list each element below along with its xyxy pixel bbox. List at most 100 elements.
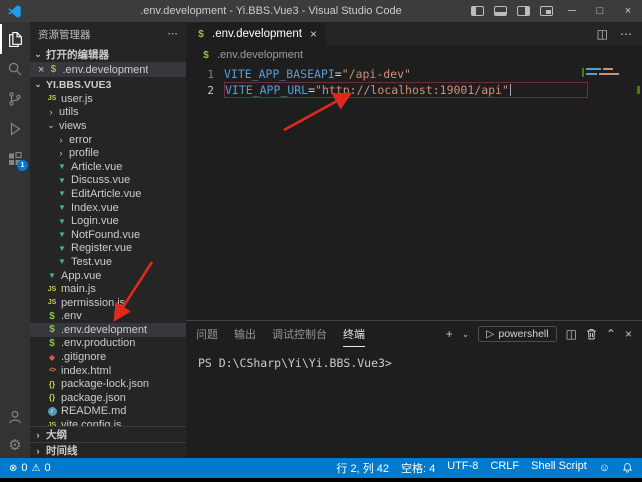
file-item-.env.production[interactable]: $.env.production — [30, 337, 186, 351]
chevron-right-icon: › — [46, 107, 56, 117]
file-item-index.html[interactable]: <>index.html — [30, 364, 186, 378]
file-label: Test.vue — [71, 256, 112, 268]
more-actions-icon[interactable]: ⋯ — [168, 28, 179, 40]
search-icon[interactable] — [0, 54, 30, 84]
status-item[interactable]: CRLF — [490, 460, 519, 476]
customize-layout-icon[interactable] — [540, 6, 553, 16]
file-item-main.js[interactable]: JSmain.js — [30, 282, 186, 296]
editor-more-actions-icon[interactable]: ⋯ — [620, 27, 632, 41]
warning-icon: ⚠ — [32, 463, 41, 474]
toggle-secondary-sidebar-icon[interactable] — [517, 6, 530, 16]
settings-gear-icon[interactable]: ⚙ — [0, 432, 30, 458]
vue-icon: ▼ — [56, 244, 68, 253]
vscode-window: .env.development - Yi.BBS.Vue3 - Visual … — [0, 0, 642, 482]
folder-item-error[interactable]: ›error — [30, 133, 186, 147]
folder-item-utils[interactable]: ›utils — [30, 106, 186, 120]
file-item-user.js[interactable]: JSuser.js — [30, 92, 186, 106]
file-item-NotFound.vue[interactable]: ▼NotFound.vue — [30, 228, 186, 242]
extensions-icon[interactable]: 1 — [0, 144, 30, 174]
file-label: main.js — [61, 283, 96, 295]
close-tab-icon[interactable]: × — [310, 27, 317, 41]
toggle-sidebar-icon[interactable] — [471, 6, 484, 16]
file-item-Login.vue[interactable]: ▼Login.vue — [30, 214, 186, 228]
status-item[interactable]: 空格: 4 — [401, 460, 435, 476]
folder-item-views[interactable]: ⌄views — [30, 119, 186, 133]
problems-status[interactable]: ⊗ 0 ⚠ 0 — [9, 462, 51, 474]
status-item[interactable]: Shell Script — [531, 460, 587, 476]
file-item-Index.vue[interactable]: ▼Index.vue — [30, 201, 186, 215]
timeline-label: 时间线 — [46, 443, 78, 458]
code-line-2[interactable]: 2VITE_APP_URL="http://localhost:19001/ap… — [186, 82, 642, 98]
code-line-1[interactable]: 1VITE_APP_BASEAPI="/api-dev" — [186, 66, 642, 82]
file-item-EditArticle.vue[interactable]: ▼EditArticle.vue — [30, 187, 186, 201]
open-editors-section[interactable]: ⌄ 打开的编辑器 — [30, 46, 186, 62]
new-terminal-button[interactable]: + — [446, 328, 453, 340]
chevron-right-icon: › — [33, 446, 43, 456]
minimize-button[interactable]: ─ — [558, 0, 586, 22]
folder-item-profile[interactable]: ›profile — [30, 146, 186, 160]
js-icon: JS — [46, 95, 58, 102]
breadcrumb-item[interactable]: .env.development — [217, 49, 303, 61]
explorer-icon[interactable] — [0, 24, 30, 54]
panel-tab-输出[interactable]: 输出 — [234, 321, 256, 347]
file-item-App.vue[interactable]: ▼App.vue — [30, 269, 186, 283]
breadcrumb[interactable]: $ .env.development — [186, 46, 642, 64]
source-control-icon[interactable] — [0, 84, 30, 114]
file-item-Discuss.vue[interactable]: ▼Discuss.vue — [30, 174, 186, 188]
activity-bar: 1 ⚙ — [0, 22, 30, 458]
status-item[interactable]: 行 2, 列 42 — [336, 460, 389, 476]
tab-env-development[interactable]: $ .env.development × — [186, 22, 326, 46]
minimap[interactable] — [586, 68, 630, 78]
file-label: views — [59, 120, 87, 132]
panel-tab-终端[interactable]: 终端 — [343, 321, 365, 347]
file-item-Article.vue[interactable]: ▼Article.vue — [30, 160, 186, 174]
vue-icon: ▼ — [46, 271, 58, 280]
outline-section[interactable]: › 大纲 — [30, 426, 186, 442]
file-item-Test.vue[interactable]: ▼Test.vue — [30, 255, 186, 269]
file-item-package-lock.json[interactable]: {}package-lock.json — [30, 377, 186, 391]
feedback-smiley-icon[interactable]: ☺ — [599, 462, 610, 474]
code-editor[interactable]: 1VITE_APP_BASEAPI="/api-dev"2VITE_APP_UR… — [186, 64, 642, 320]
play-icon: ▷ — [486, 328, 494, 340]
open-editor-item[interactable]: × $ .env.development — [30, 62, 186, 77]
error-count: 0 — [21, 462, 27, 474]
file-label: utils — [59, 106, 79, 118]
file-item-package.json[interactable]: {}package.json — [30, 391, 186, 405]
chevron-right-icon: › — [56, 148, 66, 158]
status-item[interactable]: UTF-8 — [447, 460, 478, 476]
file-item-README.md[interactable]: iREADME.md — [30, 405, 186, 419]
terminal-dropdown-icon[interactable]: ⌄ — [462, 330, 470, 339]
close-editor-icon[interactable]: × — [38, 64, 44, 76]
terminal[interactable]: PS D:\CSharp\Yi\Yi.BBS.Vue3> — [186, 347, 642, 458]
toggle-panel-icon[interactable] — [494, 6, 507, 16]
split-editor-icon[interactable]: ◫ — [597, 27, 608, 41]
close-panel-icon[interactable]: × — [625, 328, 632, 340]
window-title: .env.development - Yi.BBS.Vue3 - Visual … — [60, 5, 482, 17]
file-label: .gitignore — [61, 351, 106, 363]
file-item-permission.js[interactable]: JSpermission.js — [30, 296, 186, 310]
status-right-items: 行 2, 列 42 空格: 4 UTF-8 CRLF Shell Script — [336, 460, 586, 476]
file-label: README.md — [61, 405, 126, 417]
close-window-button[interactable]: × — [614, 0, 642, 22]
env-icon: $ — [47, 64, 59, 75]
file-item-.gitignore[interactable]: ◆.gitignore — [30, 350, 186, 364]
shell-selector[interactable]: ▷ powershell — [478, 326, 556, 342]
file-item-.env[interactable]: $.env — [30, 310, 186, 324]
panel-tab-问题[interactable]: 问题 — [196, 321, 218, 347]
file-item-Register.vue[interactable]: ▼Register.vue — [30, 242, 186, 256]
notifications-bell-icon[interactable] — [622, 462, 633, 474]
maximize-panel-icon[interactable]: ⌃ — [606, 328, 616, 340]
split-terminal-icon[interactable]: ◫ — [566, 328, 577, 340]
project-section[interactable]: ⌄ YI.BBS.VUE3 — [30, 77, 186, 92]
account-icon[interactable] — [0, 402, 30, 432]
maximize-button[interactable]: □ — [586, 0, 614, 22]
file-item-vite.config.js[interactable]: JSvite.config.js — [30, 418, 186, 426]
kill-terminal-icon[interactable] — [586, 328, 597, 340]
vue-icon: ▼ — [56, 189, 68, 198]
panel-tab-调试控制台[interactable]: 调试控制台 — [272, 321, 327, 347]
file-label: Login.vue — [71, 215, 119, 227]
js-icon: JS — [46, 286, 58, 293]
file-item-.env.development[interactable]: $.env.development — [30, 323, 186, 337]
timeline-section[interactable]: › 时间线 — [30, 442, 186, 458]
run-debug-icon[interactable] — [0, 114, 30, 144]
